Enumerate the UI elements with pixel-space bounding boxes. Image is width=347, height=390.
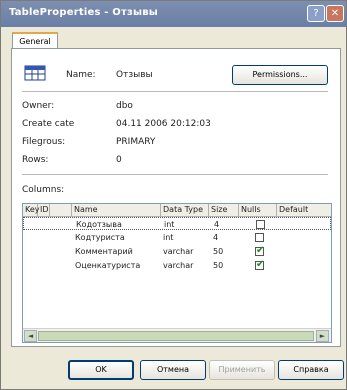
help-icon[interactable]: ? [307,5,325,22]
ok-button[interactable]: OK [68,360,134,380]
table-row[interactable]: Комментарий varchar 50 [23,245,331,258]
header-key[interactable]: Key [23,204,40,216]
rows-value: 0 [116,155,122,165]
table-row[interactable]: Кодтуриста int 4 [23,231,331,244]
permissions-button[interactable]: Permissions... [232,65,328,85]
window-title: TableProperties - Отзывы [9,7,159,18]
help-button[interactable]: Справка [278,360,344,380]
table-properties-window: TableProperties - Отзывы ? ✕ General Nam… [0,0,347,390]
size-cell: 50 [213,261,224,270]
scroll-thumb[interactable] [38,331,314,341]
column-name-cell: Кодтуриста [75,233,125,242]
table-row[interactable]: Оценкатуриста varchar 50 [23,259,331,272]
name-value: Отзывы [116,70,153,80]
header-data-type[interactable]: Data Type [161,204,209,216]
horizontal-scrollbar[interactable]: ◄ ► [23,328,331,342]
header-name[interactable]: Name [72,204,161,216]
header-blank[interactable] [50,204,72,216]
nulls-checkbox-checked[interactable] [255,245,264,256]
nulls-checkbox[interactable] [256,220,265,229]
scroll-left-icon[interactable]: ◄ [24,330,37,342]
table-row[interactable]: Кодотзыва int 4 [23,217,331,230]
data-type-cell: varchar [163,261,194,270]
columns-grid[interactable]: Key ID Name Data Type Size Nulls Default… [22,203,332,343]
name-label: Name: [66,70,96,80]
rows-label: Rows: [22,155,49,165]
scroll-right-icon[interactable]: ► [316,330,329,342]
column-name-cell: Оценкатуриста [75,261,141,270]
header-id[interactable]: ID [38,204,50,216]
owner-value: dbo [116,101,133,111]
column-name-cell: Комментарий [75,247,133,256]
data-type-cell: varchar [163,247,194,256]
header-default[interactable]: Default [277,204,331,216]
grid-header: Key ID Name Data Type Size Nulls Default [23,204,331,217]
data-type-cell: int [164,220,175,229]
general-panel: Name: Отзывы Permissions... Owner: dbo C… [11,48,341,347]
separator-bottom [22,174,328,175]
size-cell: 50 [213,247,224,256]
create-date-label: Create cate [22,119,75,129]
column-name-cell: Кодотзыва [76,220,122,229]
filegroup-value: PRIMARY [116,137,156,147]
size-cell: 4 [213,233,219,242]
table-properties-icon [24,65,46,81]
close-icon[interactable]: ✕ [326,5,344,22]
header-size[interactable]: Size [209,204,239,216]
owner-label: Owner: [22,101,55,111]
title-bar[interactable]: TableProperties - Отзывы ? ✕ [1,1,346,27]
cancel-button[interactable]: Отмена [140,360,206,380]
data-type-cell: int [163,233,174,242]
size-cell: 4 [214,220,220,229]
nulls-checkbox-checked[interactable] [255,259,264,270]
header-nulls[interactable]: Nulls [239,204,277,216]
create-date-value: 04.11 2006 20:12:03 [116,119,211,129]
columns-label: Columns: [22,185,65,195]
nulls-checkbox[interactable] [255,233,264,242]
filegroup-label: Filegrous: [22,137,66,147]
apply-button[interactable]: Применить [209,360,275,380]
separator-top [22,91,328,92]
